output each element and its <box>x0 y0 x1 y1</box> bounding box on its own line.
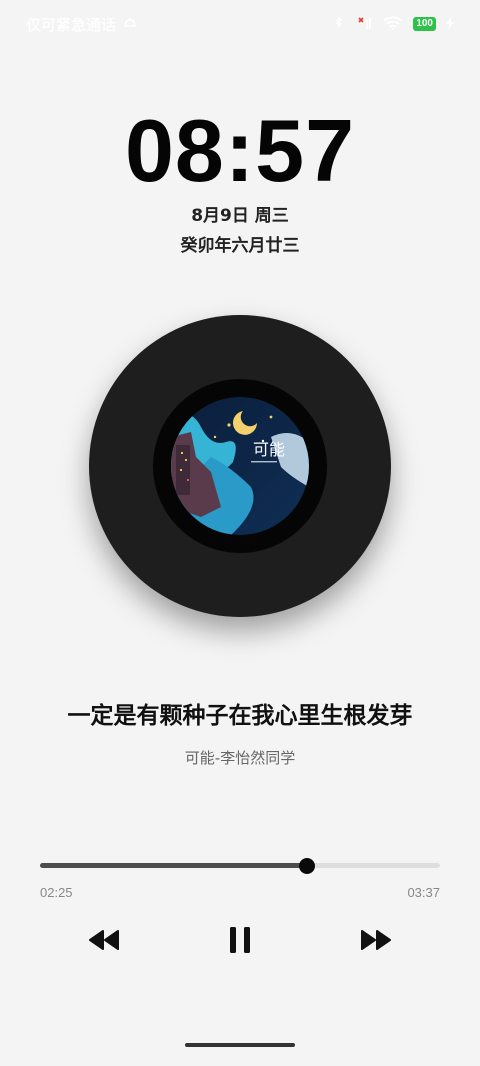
vinyl-record[interactable]: 可能 <box>89 315 391 617</box>
pause-button[interactable] <box>220 924 260 960</box>
total-duration: 03:37 <box>407 885 440 900</box>
status-right: 100 <box>333 15 454 34</box>
carrier-text: 仅可紧急通话 <box>26 15 117 34</box>
lockscreen-date: 8月9日 周三 <box>191 206 289 226</box>
no-sim-icon <box>357 15 373 34</box>
vinyl-label-ring: 可能 <box>153 379 327 553</box>
fast-forward-icon <box>360 929 392 955</box>
progress-bar[interactable] <box>40 856 440 876</box>
wifi-icon <box>383 15 403 34</box>
status-left: 仅可紧急通话 <box>26 14 138 35</box>
album-cover: 可能 <box>171 397 309 535</box>
progress-thumb[interactable] <box>299 858 316 874</box>
usb-debug-icon <box>122 15 138 33</box>
progress-fill <box>40 863 308 868</box>
home-indicator[interactable] <box>185 1043 295 1047</box>
lockscreen-clock: 08:57 <box>124 101 356 200</box>
rewind-button[interactable] <box>84 924 124 960</box>
svg-text:可能: 可能 <box>253 440 285 459</box>
status-bar: 仅可紧急通话 100 <box>0 0 480 48</box>
playback-controls <box>0 924 480 960</box>
fast-forward-button[interactable] <box>356 924 396 960</box>
rewind-icon <box>88 929 120 955</box>
song-artist: 可能-李怡然同学 <box>184 749 296 767</box>
battery-icon: 100 <box>413 17 436 31</box>
elapsed-time: 02:25 <box>40 885 73 900</box>
nfc-icon <box>333 15 347 34</box>
current-lyric: 一定是有颗种子在我心里生根发芽 <box>67 703 413 729</box>
charging-icon <box>446 15 454 34</box>
pause-icon <box>228 926 252 958</box>
lunar-date: 癸卯年六月廿三 <box>180 236 300 256</box>
